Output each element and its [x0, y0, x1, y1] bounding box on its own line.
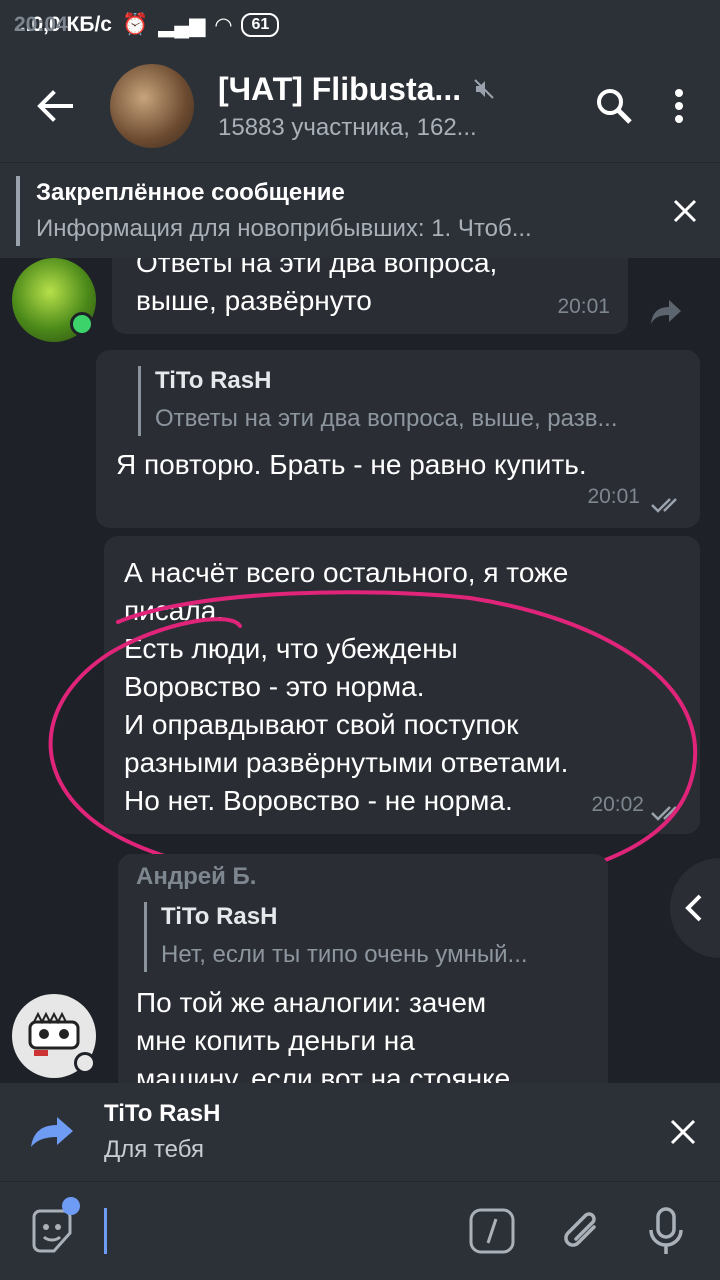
cancel-reply-button[interactable] [646, 1119, 720, 1145]
battery-icon: 61 [241, 13, 280, 37]
chat-header: [ЧАТ] Flibusta... 15883 участника, 162..… [0, 50, 720, 162]
mute-icon [474, 79, 494, 99]
message-line: По той же аналогии: зачем [136, 987, 487, 1018]
more-options-icon[interactable] [674, 88, 684, 124]
reply-quote[interactable]: TiTo RasH Нет, если ты типо очень умный.… [144, 902, 594, 972]
chat-title: [ЧАТ] Flibusta... [218, 70, 462, 107]
reply-text: Нет, если ты типо очень умный... [161, 941, 528, 968]
message-bubble[interactable]: Андрей Б. TiTo RasH Нет, если ты типо оч… [118, 854, 608, 1083]
message-input-bar [0, 1181, 720, 1280]
reply-preview-bar: TiTo RasH Для тебя [0, 1083, 720, 1181]
message-list[interactable]: Ответы на эти два вопроса, выше, развёрн… [0, 258, 720, 1083]
wifi-icon: ◠ [215, 13, 232, 37]
signal-icon: ▂▄▆ [158, 13, 206, 37]
status-bar: 20:04 ...0,0 КБ/с ⏰ ▂▄▆ ◠ 61 [0, 0, 720, 50]
message-line: машину, если вот на стоянке [136, 1063, 511, 1083]
close-icon [673, 199, 697, 222]
reply-icon-wrap [0, 1115, 104, 1149]
status-dot [74, 1052, 96, 1074]
close-icon [670, 1119, 696, 1145]
header-actions [594, 86, 684, 126]
attach-icon[interactable] [560, 1207, 604, 1255]
sticker-button[interactable] [0, 1197, 104, 1255]
pinned-close-button[interactable] [650, 199, 720, 223]
message-line: мне копить деньги на [136, 1025, 415, 1056]
reply-preview-name: TiTo RasH [104, 1100, 221, 1127]
arrow-left-icon [37, 90, 73, 122]
pinned-title: Закреплённое сообщение [36, 178, 345, 206]
alarm-icon: ⏰ [121, 13, 149, 36]
reply-author: TiTo RasH [161, 903, 278, 930]
pinned-content: Закреплённое сообщение Информация для но… [36, 179, 650, 243]
pinned-accent [16, 175, 20, 246]
search-icon[interactable] [594, 86, 634, 126]
sticker-badge [62, 1197, 80, 1215]
message-input[interactable] [104, 1201, 468, 1261]
reply-preview: TiTo RasH Для тебя [104, 1100, 646, 1164]
reply-arrow-icon [31, 1117, 73, 1147]
input-actions [468, 1206, 684, 1256]
chevron-left-icon [685, 894, 702, 922]
chat-info[interactable]: [ЧАТ] Flibusta... 15883 участника, 162..… [218, 71, 594, 142]
microphone-icon[interactable] [648, 1206, 684, 1256]
pinned-text: Информация для новоприбывших: 1. Чтоб... [36, 214, 532, 242]
back-button[interactable] [0, 50, 110, 162]
chat-subtitle: 15883 участника, 162... [218, 113, 477, 141]
pinned-message[interactable]: Закреплённое сообщение Информация для но… [0, 162, 720, 258]
bot-command-icon[interactable] [468, 1207, 516, 1255]
sender-name: Андрей Б. [136, 863, 257, 890]
status-time: 20:04 [14, 13, 68, 36]
reply-preview-text: Для тебя [104, 1136, 204, 1163]
text-cursor [104, 1208, 107, 1254]
chat-title-row: [ЧАТ] Flibusta... [218, 71, 594, 108]
chat-avatar[interactable] [110, 64, 194, 148]
message-text: По той же аналогии: зачем мне копить ден… [136, 984, 510, 1083]
